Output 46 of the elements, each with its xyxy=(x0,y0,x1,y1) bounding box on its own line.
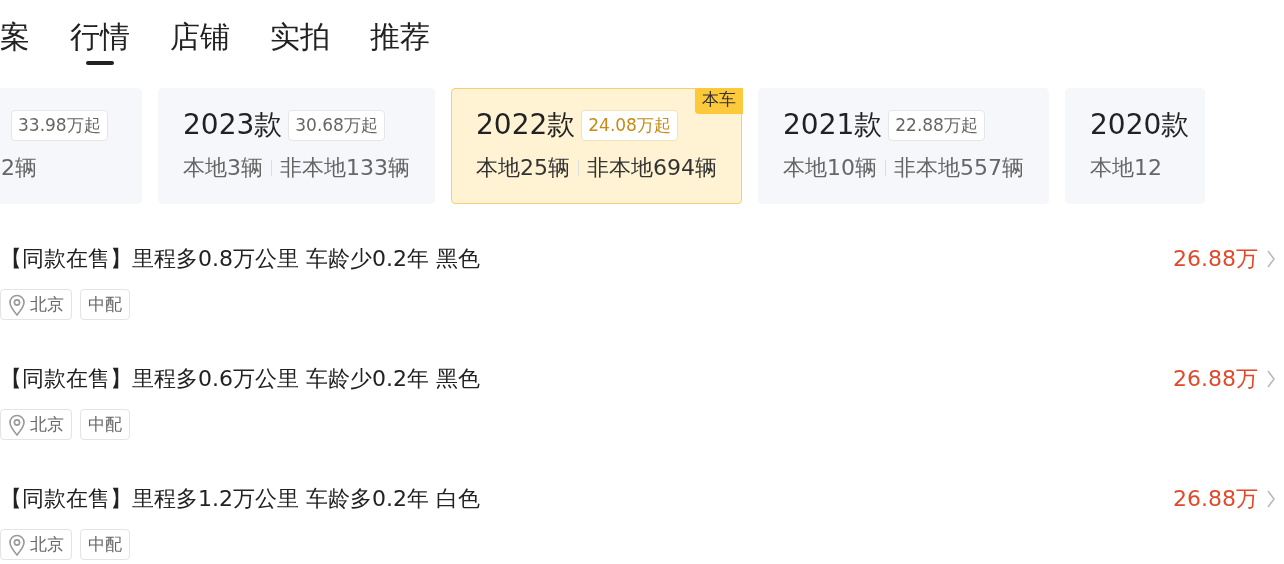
model-year-card[interactable]: 本车 2022款 24.08万起 本地25辆 非本地694辆 xyxy=(451,88,742,204)
model-year-card[interactable]: 2020款 本地12 xyxy=(1065,88,1205,204)
nonlocal-count: 非本地133辆 xyxy=(280,154,410,182)
listing-price: 26.88万 xyxy=(1173,365,1258,393)
trim-tag: 中配 xyxy=(80,529,130,560)
model-year: 2021款 xyxy=(783,107,883,143)
location-tag: 北京 xyxy=(0,289,72,320)
tab[interactable]: 推荐 xyxy=(370,18,430,65)
model-year-card[interactable]: 2023款 30.68万起 本地3辆 非本地133辆 xyxy=(158,88,435,204)
starting-price-tag: 22.88万起 xyxy=(888,109,985,141)
current-car-badge: 本车 xyxy=(695,88,743,114)
chevron-right-icon xyxy=(1266,249,1276,269)
model-year-card[interactable]: 33.98万起 2辆 xyxy=(0,88,142,204)
listing-title[interactable]: 【同款在售】里程多1.2万公里 车龄多0.2年 白色 xyxy=(0,484,480,514)
location-tag: 北京 xyxy=(0,529,72,560)
local-count: 本地10辆 xyxy=(783,154,877,182)
trim-tag: 中配 xyxy=(80,289,130,320)
tab[interactable]: 行情 xyxy=(70,18,130,65)
tab[interactable]: 案 xyxy=(0,18,30,65)
starting-price-tag: 33.98万起 xyxy=(11,109,108,141)
listing-title[interactable]: 【同款在售】里程多0.8万公里 车龄少0.2年 黑色 xyxy=(0,244,480,274)
location-pin-icon xyxy=(8,293,26,316)
listing-price: 26.88万 xyxy=(1173,245,1258,273)
model-year: 2020款 xyxy=(1090,107,1190,143)
nonlocal-count: 非本地694辆 xyxy=(587,154,717,182)
model-year-card[interactable]: 2021款 22.88万起 本地10辆 非本地557辆 xyxy=(758,88,1049,204)
local-count: 本地25辆 xyxy=(476,154,570,182)
location-pin-icon xyxy=(8,533,26,556)
tab[interactable]: 实拍 xyxy=(270,18,330,65)
tab[interactable]: 店铺 xyxy=(170,18,230,65)
active-tab-indicator xyxy=(86,61,114,65)
local-count: 本地3辆 xyxy=(183,154,263,182)
local-count: 2辆 xyxy=(1,154,37,182)
model-year: 2022款 xyxy=(476,107,576,143)
listing-price: 26.88万 xyxy=(1173,485,1258,513)
chevron-right-icon xyxy=(1266,369,1276,389)
location-tag: 北京 xyxy=(0,409,72,440)
listing-title[interactable]: 【同款在售】里程多0.6万公里 车龄少0.2年 黑色 xyxy=(0,364,480,394)
starting-price-tag: 30.68万起 xyxy=(288,109,385,141)
model-year: 2023款 xyxy=(183,107,283,143)
starting-price-tag: 24.08万起 xyxy=(581,109,678,141)
trim-tag: 中配 xyxy=(80,409,130,440)
nonlocal-count: 非本地557辆 xyxy=(894,154,1024,182)
chevron-right-icon xyxy=(1266,489,1276,509)
local-count: 本地12 xyxy=(1090,154,1162,182)
location-pin-icon xyxy=(8,413,26,436)
